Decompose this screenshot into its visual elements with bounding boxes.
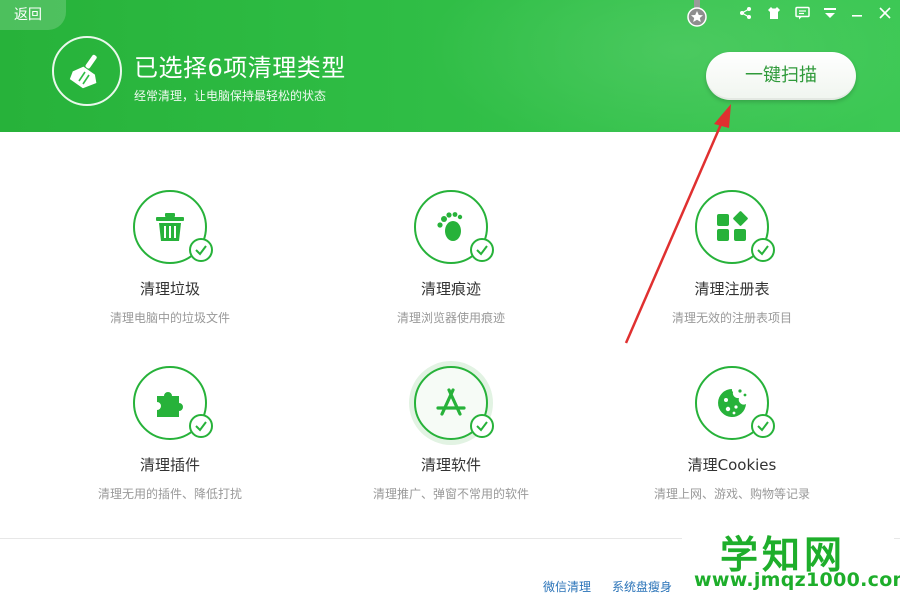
item-desc: 清理无用的插件、降低打扰 <box>97 487 242 501</box>
item-desc: 清理电脑中的垃圾文件 <box>109 311 230 325</box>
medal-icon[interactable] <box>686 0 708 28</box>
wechat-clean-link[interactable]: 微信清理 <box>543 578 591 595</box>
check-icon[interactable] <box>751 238 775 262</box>
item-clean-junk[interactable]: 清理垃圾 清理电脑中的垃圾文件 <box>30 190 310 326</box>
item-name: 清理垃圾 <box>139 280 200 298</box>
check-icon[interactable] <box>470 238 494 262</box>
share-icon[interactable] <box>732 1 760 25</box>
item-clean-software[interactable]: 清理软件 清理推广、弹窗不常用的软件 <box>311 366 591 502</box>
page-title: 已选择6项清理类型 <box>134 54 346 82</box>
item-name: 清理软件 <box>420 456 481 474</box>
menu-icon[interactable] <box>816 1 844 25</box>
item-clean-traces[interactable]: 清理痕迹 清理浏览器使用痕迹 <box>311 190 591 326</box>
item-desc: 清理推广、弹窗不常用的软件 <box>372 487 529 501</box>
item-desc: 清理浏览器使用痕迹 <box>396 311 505 325</box>
titlebar-controls <box>732 0 900 26</box>
check-icon[interactable] <box>189 238 213 262</box>
item-clean-plugins[interactable]: 清理插件 清理无用的插件、降低打扰 <box>30 366 310 502</box>
item-name: 清理痕迹 <box>420 280 481 298</box>
watermark-url: www.jmqz1000.com <box>694 569 900 591</box>
item-clean-registry[interactable]: 清理注册表 清理无效的注册表项目 <box>592 190 872 326</box>
back-button[interactable]: 返回 <box>0 0 66 30</box>
item-name: 清理插件 <box>139 456 200 474</box>
skin-icon[interactable] <box>760 1 788 25</box>
check-icon[interactable] <box>470 414 494 438</box>
message-icon[interactable] <box>788 1 816 25</box>
page-subtitle: 经常清理，让电脑保持最轻松的状态 <box>134 89 327 103</box>
item-desc: 清理上网、游戏、购物等记录 <box>653 487 810 501</box>
system-disk-slim-link[interactable]: 系统盘瘦身 <box>612 578 672 595</box>
check-icon[interactable] <box>189 414 213 438</box>
item-desc: 清理无效的注册表项目 <box>671 311 792 325</box>
broom-icon <box>52 36 122 106</box>
item-name: 清理注册表 <box>694 280 770 298</box>
minimize-icon[interactable] <box>844 1 870 25</box>
item-clean-cookies[interactable]: 清理Cookies 清理上网、游戏、购物等记录 <box>592 366 872 502</box>
check-icon[interactable] <box>751 414 775 438</box>
item-name: 清理Cookies <box>687 456 777 474</box>
close-icon[interactable] <box>870 1 900 25</box>
one-click-scan-button[interactable]: 一键扫描 <box>706 52 856 100</box>
